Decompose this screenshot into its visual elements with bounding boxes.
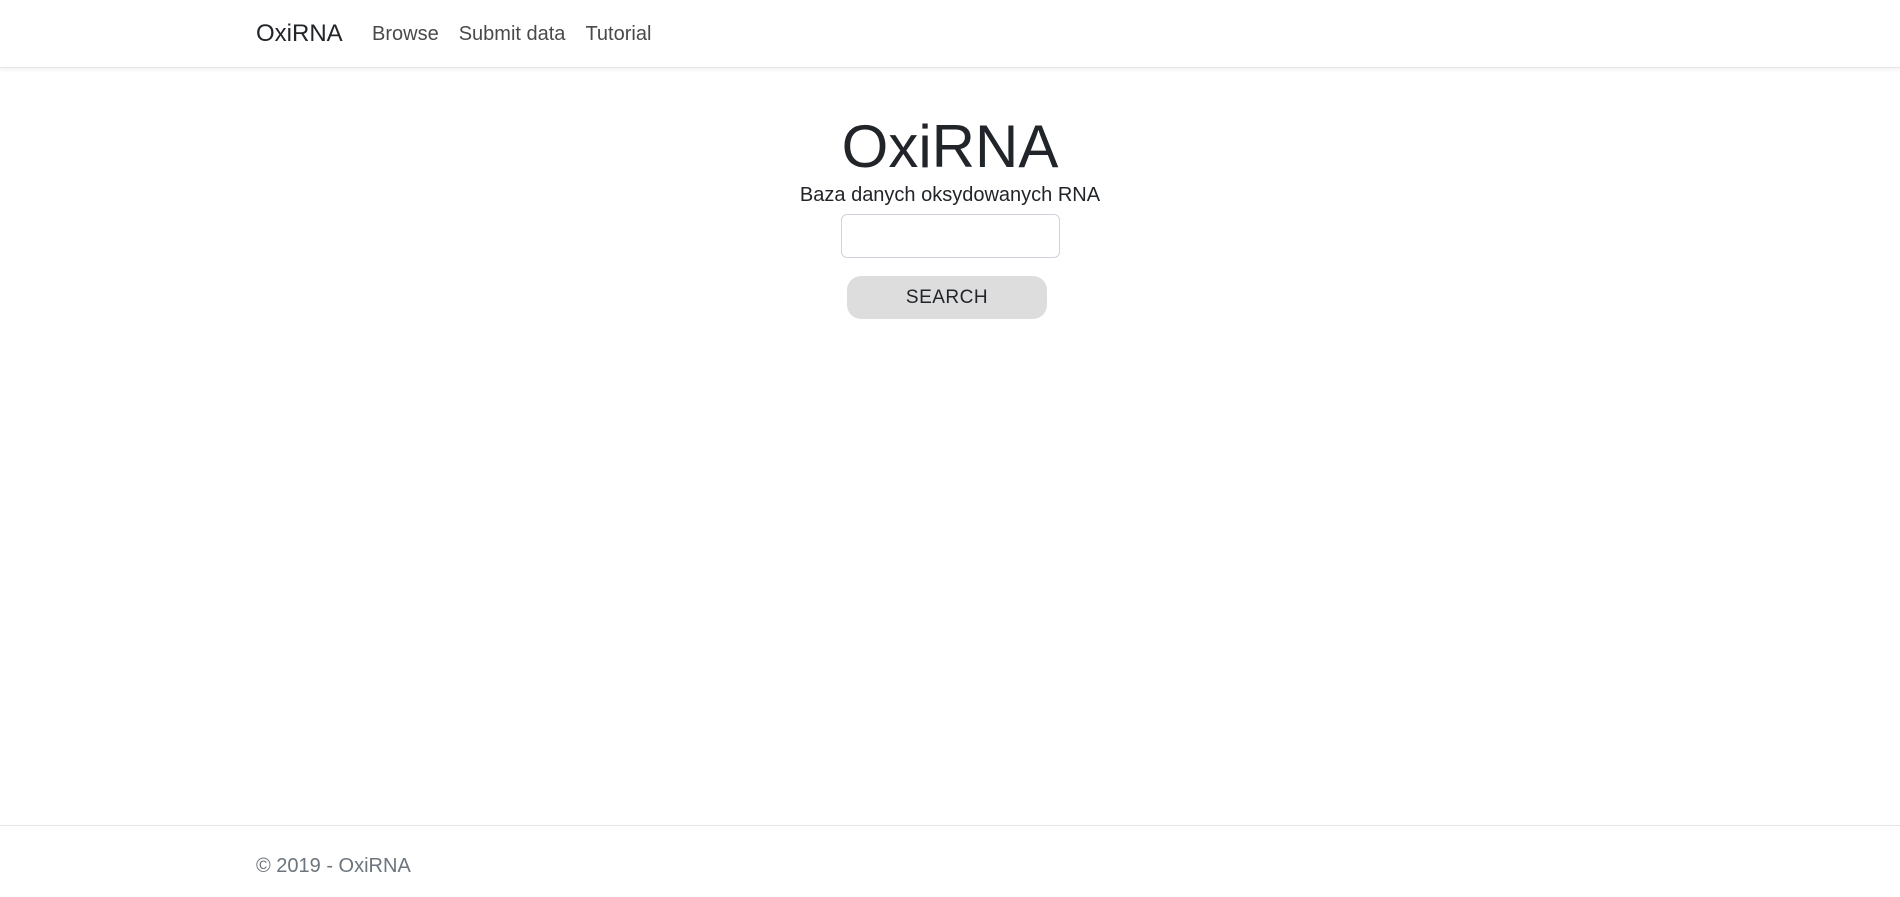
- page-subtitle: Baza danych oksydowanych RNA: [799, 184, 1101, 206]
- page: OxiRNA Browse Submit data Tutorial OxiRN…: [0, 0, 1900, 897]
- navbar-brand[interactable]: OxiRNA: [256, 20, 343, 48]
- footer: © 2019 - OxiRNA: [0, 825, 1900, 897]
- footer-copyright: © 2019 - OxiRNA: [256, 855, 411, 877]
- main-content: OxiRNA Baza danych oksydowanych RNA SEAR…: [0, 68, 1900, 319]
- search-button[interactable]: SEARCH: [847, 276, 1047, 319]
- nav-link-browse[interactable]: Browse: [372, 22, 439, 46]
- page-title: OxiRNA: [841, 113, 1059, 180]
- nav-link-tutorial[interactable]: Tutorial: [585, 22, 651, 46]
- navbar: OxiRNA Browse Submit data Tutorial: [0, 0, 1900, 68]
- nav-links: Browse Submit data Tutorial: [372, 22, 671, 46]
- nav-link-submit-data[interactable]: Submit data: [459, 22, 566, 46]
- search-input[interactable]: [840, 214, 1060, 258]
